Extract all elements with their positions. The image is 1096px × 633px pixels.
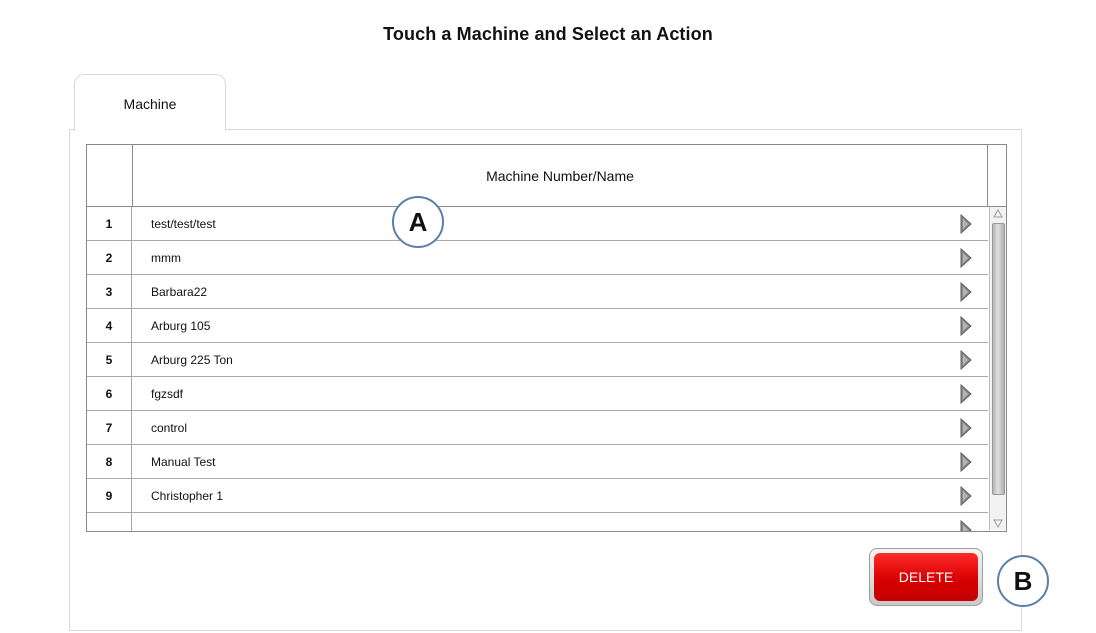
tab-machine[interactable]: Machine bbox=[74, 74, 226, 131]
row-machine-name: Arburg 225 Ton bbox=[151, 353, 233, 367]
play-arrow-icon[interactable] bbox=[960, 350, 972, 370]
table-row[interactable]: 7 control bbox=[87, 411, 988, 445]
play-arrow-icon[interactable] bbox=[960, 520, 972, 531]
row-machine-name: Barbara22 bbox=[151, 285, 208, 299]
number-column-header bbox=[87, 145, 133, 206]
row-number: 6 bbox=[87, 377, 132, 410]
tab-machine-label: Machine bbox=[123, 96, 177, 112]
tab-joint bbox=[75, 128, 223, 131]
callout-a: A bbox=[392, 196, 444, 248]
machine-name-column-header: Machine Number/Name bbox=[133, 145, 988, 206]
play-arrow-icon[interactable] bbox=[960, 282, 972, 302]
table-row[interactable] bbox=[87, 513, 988, 531]
scrollbar-thumb[interactable] bbox=[992, 223, 1005, 495]
row-machine-name: Christopher 1 bbox=[151, 489, 224, 503]
row-number: 4 bbox=[87, 309, 132, 342]
scroll-down-arrow-icon[interactable] bbox=[990, 516, 1006, 530]
row-number bbox=[87, 513, 132, 531]
play-arrow-icon[interactable] bbox=[960, 316, 972, 336]
row-number: 9 bbox=[87, 479, 132, 512]
scroll-up-arrow-icon[interactable] bbox=[990, 207, 1006, 221]
row-machine-name: Arburg 105 bbox=[151, 319, 211, 333]
page-title: Touch a Machine and Select an Action bbox=[383, 24, 713, 44]
table-header: Machine Number/Name bbox=[87, 145, 1006, 207]
table-row[interactable]: 4 Arburg 105 bbox=[87, 309, 988, 343]
table-row[interactable]: 8 Manual Test bbox=[87, 445, 988, 479]
row-number: 7 bbox=[87, 411, 132, 444]
delete-button[interactable]: DELETE bbox=[869, 548, 983, 606]
row-number: 1 bbox=[87, 207, 132, 240]
delete-button-label: DELETE bbox=[874, 553, 978, 601]
play-arrow-icon[interactable] bbox=[960, 418, 972, 438]
row-machine-name: Manual Test bbox=[151, 455, 216, 469]
table-scrollbar[interactable] bbox=[989, 207, 1006, 530]
play-arrow-icon[interactable] bbox=[960, 248, 972, 268]
machine-name-column-label: Machine Number/Name bbox=[486, 168, 634, 184]
play-arrow-icon[interactable] bbox=[960, 214, 972, 234]
row-machine-name: mmm bbox=[151, 251, 181, 265]
machine-table: Machine Number/Name 1 test/test/test 2 mmm 3… bbox=[86, 144, 1007, 532]
table-row[interactable]: 1 test/test/test bbox=[87, 207, 988, 241]
table-row[interactable]: 5 Arburg 225 Ton bbox=[87, 343, 988, 377]
row-machine-name: test/test/test bbox=[151, 217, 216, 231]
row-machine-name: control bbox=[151, 421, 188, 435]
play-arrow-icon[interactable] bbox=[960, 384, 972, 404]
row-number: 3 bbox=[87, 275, 132, 308]
table-row[interactable]: 9 Christopher 1 bbox=[87, 479, 988, 513]
row-number: 8 bbox=[87, 445, 132, 478]
table-row[interactable]: 3 Barbara22 bbox=[87, 275, 988, 309]
table-row[interactable]: 6 fgzsdf bbox=[87, 377, 988, 411]
play-arrow-icon[interactable] bbox=[960, 452, 972, 472]
row-number: 2 bbox=[87, 241, 132, 274]
row-machine-name: fgzsdf bbox=[151, 387, 184, 401]
table-row[interactable]: 2 mmm bbox=[87, 241, 988, 275]
table-body: 1 test/test/test 2 mmm 3 Barbara22 4 Arburg 105… bbox=[87, 207, 988, 531]
play-arrow-icon[interactable] bbox=[960, 486, 972, 506]
row-number: 5 bbox=[87, 343, 132, 376]
callout-b: B bbox=[997, 555, 1049, 607]
